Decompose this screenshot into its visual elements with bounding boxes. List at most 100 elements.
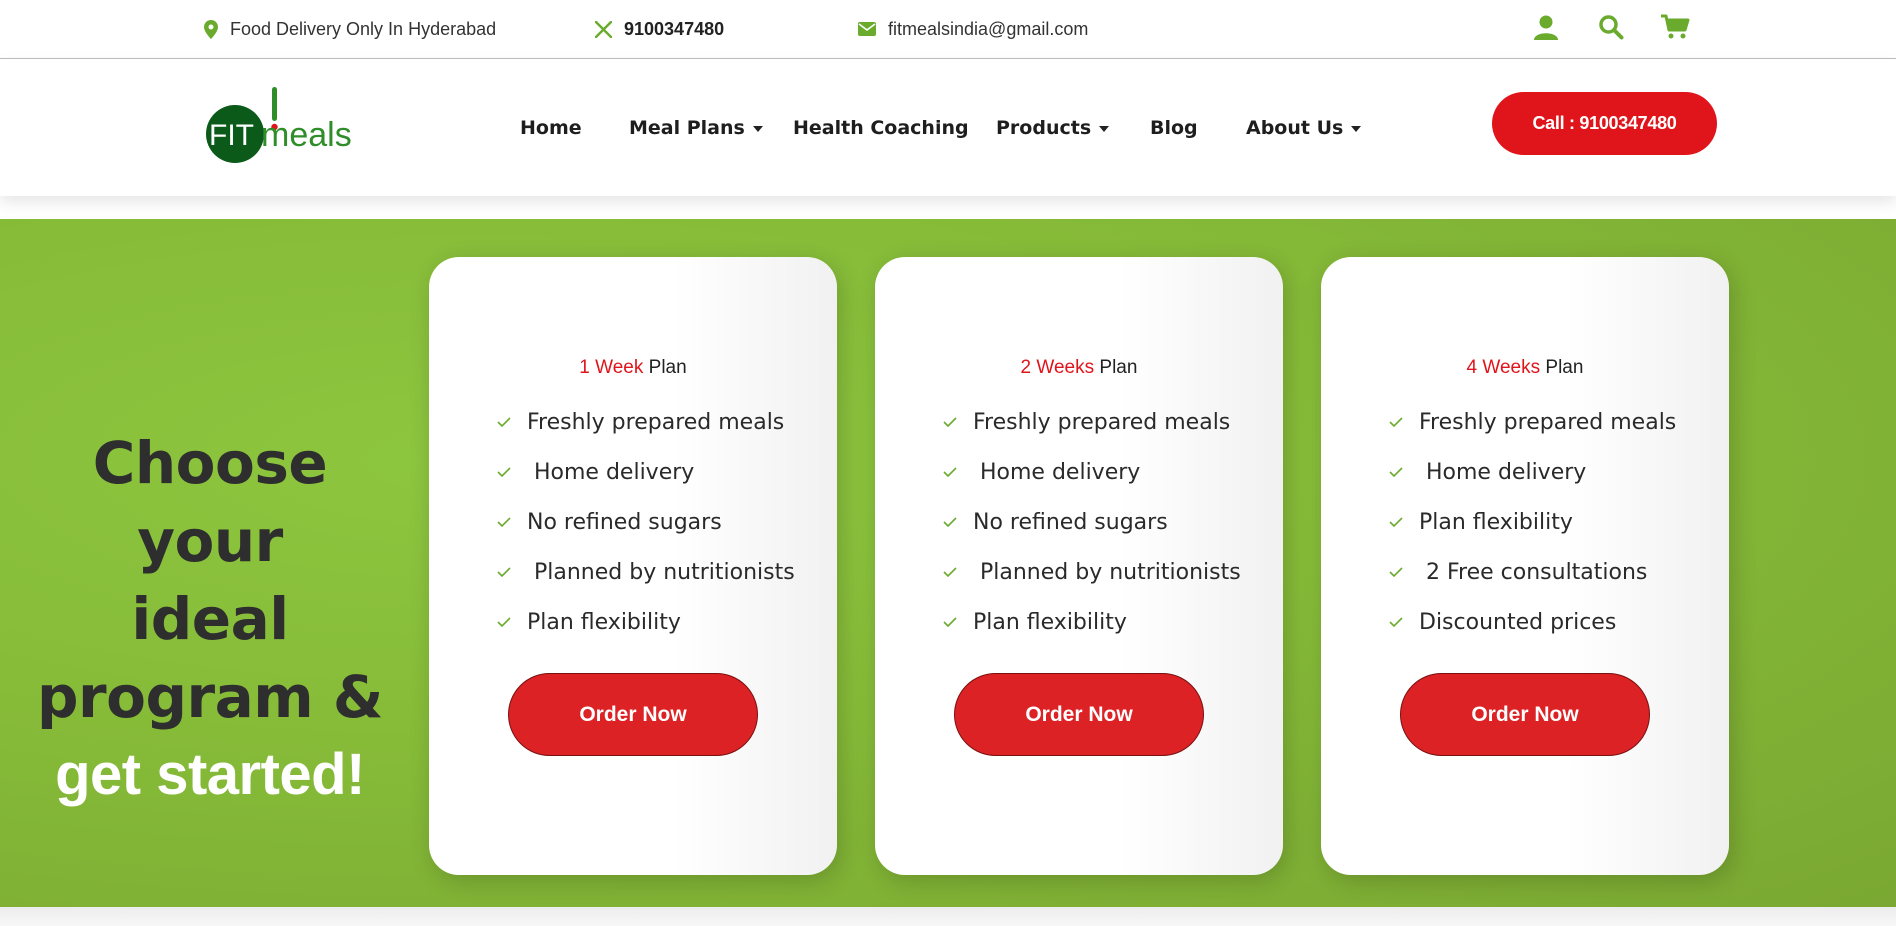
check-icon — [1389, 567, 1415, 577]
plan-duration: 1 Week — [579, 357, 644, 378]
topbar-email-text: fitmealsindia@gmail.com — [888, 18, 1089, 39]
feature-text: Freshly prepared meals — [527, 409, 785, 435]
feature-item: Freshly prepared meals — [943, 397, 1241, 447]
feature-item: Plan flexibility — [1389, 497, 1676, 547]
x-icon — [595, 20, 612, 38]
feature-text: Home delivery — [1419, 459, 1587, 485]
nav-home-label: Home — [520, 116, 582, 139]
feature-item: Home delivery — [1389, 447, 1676, 497]
section-divider — [0, 907, 1896, 926]
caret-down-icon — [752, 125, 763, 132]
feature-text: Freshly prepared meals — [973, 409, 1231, 435]
hero-line-4: get started! — [55, 742, 365, 807]
feature-item: 2 Free consultations — [1389, 547, 1676, 597]
feature-text: Plan flexibility — [527, 609, 681, 635]
feature-text: Planned by nutritionists — [527, 559, 795, 585]
feature-list: Freshly prepared meals Home delivery No … — [943, 397, 1241, 647]
feature-item: Freshly prepared meals — [497, 397, 795, 447]
check-icon — [943, 467, 969, 477]
check-icon — [497, 467, 523, 477]
search-icon[interactable] — [1596, 12, 1626, 42]
check-icon — [497, 517, 523, 527]
check-icon — [1389, 467, 1415, 477]
map-pin-icon — [204, 19, 218, 39]
feature-item: Home delivery — [943, 447, 1241, 497]
feature-item: Planned by nutritionists — [943, 547, 1241, 597]
delivery-location-text: Food Delivery Only In Hyderabad — [230, 18, 497, 39]
feature-item: Freshly prepared meals — [1389, 397, 1676, 447]
topbar-phone[interactable]: 9100347480 — [595, 0, 724, 58]
order-now-button[interactable]: Order Now — [1400, 673, 1650, 756]
feature-text: Freshly prepared meals — [1419, 409, 1677, 435]
nav-about-us[interactable]: About Us — [1246, 59, 1362, 196]
feature-item: Plan flexibility — [497, 597, 795, 647]
check-icon — [497, 617, 523, 627]
feature-text: No refined sugars — [527, 509, 722, 535]
hero-heading: Choose your ideal program & get started! — [30, 424, 390, 814]
hero-line-3: program & — [37, 663, 383, 731]
check-icon — [1389, 417, 1415, 427]
feature-list: Freshly prepared meals Home delivery Pla… — [1389, 397, 1676, 647]
feature-item: Discounted prices — [1389, 597, 1676, 647]
feature-item: Plan flexibility — [943, 597, 1241, 647]
nav-blog-label: Blog — [1150, 116, 1198, 139]
cart-icon[interactable] — [1660, 12, 1690, 42]
plans-section: Choose your ideal program & get started!… — [0, 219, 1896, 907]
check-icon — [497, 417, 523, 427]
main-header: FIT meals Home Meal Plans Health Coachin… — [0, 59, 1896, 196]
check-icon — [943, 517, 969, 527]
nav-meal-plans[interactable]: Meal Plans — [629, 59, 763, 196]
feature-text: Planned by nutritionists — [973, 559, 1241, 585]
feature-text: 2 Free consultations — [1419, 559, 1648, 585]
feature-text: Discounted prices — [1419, 609, 1617, 635]
check-icon — [943, 417, 969, 427]
feature-text: Home delivery — [527, 459, 695, 485]
topbar-email[interactable]: fitmealsindia@gmail.com — [858, 0, 1088, 58]
caret-down-icon — [1099, 125, 1110, 132]
check-icon — [1389, 517, 1415, 527]
feature-text: Plan flexibility — [973, 609, 1127, 635]
plan-duration: 2 Weeks — [1020, 357, 1095, 378]
topbar-phone-text: 9100347480 — [624, 18, 725, 39]
plan-title: 2 Weeks Plan — [875, 357, 1283, 379]
nav-about-us-label: About Us — [1246, 116, 1344, 139]
plan-card-1-week: 1 Week Plan Freshly prepared meals Home … — [429, 257, 837, 875]
feature-item: No refined sugars — [497, 497, 795, 547]
plan-card-2-weeks: 2 Weeks Plan Freshly prepared meals Home… — [875, 257, 1283, 875]
envelope-icon — [858, 22, 876, 36]
feature-list: Freshly prepared meals Home delivery No … — [497, 397, 795, 647]
feature-text: No refined sugars — [973, 509, 1168, 535]
check-icon — [943, 567, 969, 577]
plan-suffix: Plan — [1094, 357, 1138, 378]
nav-home[interactable]: Home — [520, 59, 582, 196]
nav-products-label: Products — [996, 116, 1092, 139]
order-now-button[interactable]: Order Now — [508, 673, 758, 756]
feature-item: Planned by nutritionists — [497, 547, 795, 597]
feature-text: Home delivery — [973, 459, 1141, 485]
nav-products[interactable]: Products — [996, 59, 1110, 196]
user-icon[interactable] — [1531, 12, 1561, 42]
check-icon — [497, 567, 523, 577]
check-icon — [943, 617, 969, 627]
feature-text: Plan flexibility — [1419, 509, 1573, 535]
nav-health-coaching-label: Health Coaching — [793, 116, 969, 139]
caret-down-icon — [1351, 125, 1362, 132]
plan-card-4-weeks: 4 Weeks Plan Freshly prepared meals Home… — [1321, 257, 1729, 875]
check-icon — [1389, 617, 1415, 627]
nav-blog[interactable]: Blog — [1150, 59, 1198, 196]
nav-meal-plans-label: Meal Plans — [629, 116, 745, 139]
feature-item: No refined sugars — [943, 497, 1241, 547]
plan-title: 1 Week Plan — [429, 357, 837, 379]
delivery-location: Food Delivery Only In Hyderabad — [204, 0, 496, 58]
feature-item: Home delivery — [497, 447, 795, 497]
hero-line-1: Choose your — [92, 429, 328, 575]
order-now-button[interactable]: Order Now — [954, 673, 1204, 756]
call-button[interactable]: Call : 9100347480 — [1492, 92, 1717, 155]
nav-health-coaching[interactable]: Health Coaching — [793, 59, 969, 196]
plan-suffix: Plan — [643, 357, 687, 378]
plan-suffix: Plan — [1540, 357, 1584, 378]
top-bar: Food Delivery Only In Hyderabad 91003474… — [0, 0, 1896, 59]
plan-duration: 4 Weeks — [1466, 357, 1541, 378]
plan-title: 4 Weeks Plan — [1321, 357, 1729, 379]
hero-line-2: ideal — [131, 585, 289, 653]
